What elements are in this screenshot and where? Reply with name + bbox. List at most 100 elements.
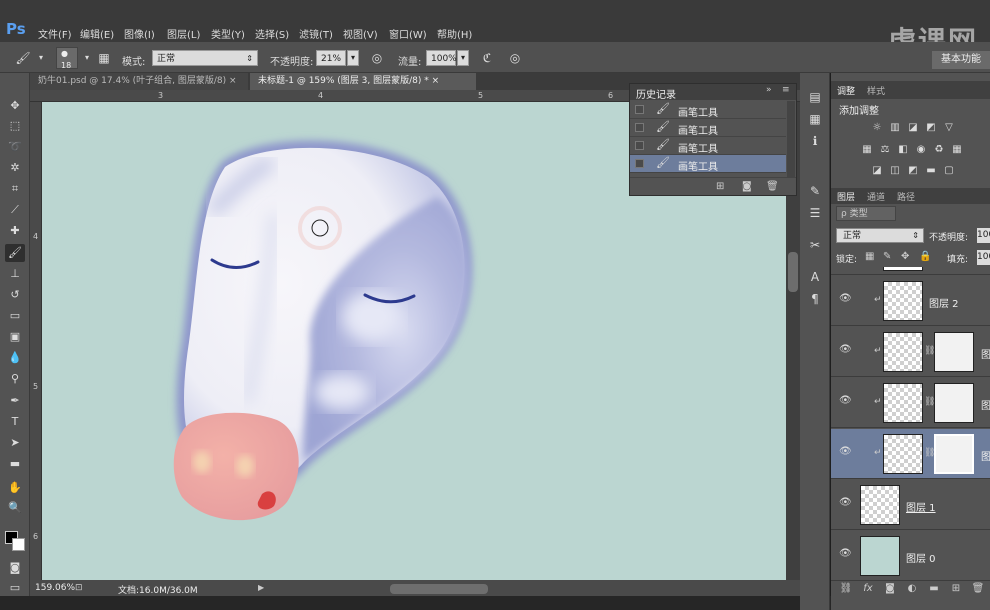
layer-row[interactable]: 👁 图层 1 [831,480,990,530]
history-panel-icon[interactable]: ▤ [807,89,823,105]
layer-row[interactable]: 👁 ↵ 图层 2 [831,276,990,326]
tab-paths[interactable]: 路径 [897,190,915,203]
pressure-size-icon[interactable]: ◎ [506,50,524,66]
menu-type[interactable]: 类型(Y) [211,26,245,41]
opacity-input[interactable]: 21% [316,50,346,66]
layer-mask-thumbnail[interactable] [934,332,974,372]
magic-wand-icon[interactable]: ✲ [5,159,25,177]
history-item[interactable]: 🖌 画笔工具 [630,119,786,137]
menu-edit[interactable]: 编辑(E) [80,26,114,41]
dodge-icon[interactable]: ⚲ [5,370,25,388]
brush-preset-icon[interactable]: 🖌 [14,50,32,66]
threshold-icon[interactable]: ◩ [907,165,919,177]
collapse-icon[interactable]: » [766,85,772,95]
trash-icon[interactable]: 🗑 [766,181,779,192]
tab-channels[interactable]: 通道 [867,190,885,203]
brush-panel-icon[interactable]: ▦ [95,50,113,66]
gradient-map-icon[interactable]: ▬ [925,165,937,177]
new-group-icon[interactable]: ▬ [927,583,941,597]
color-balance-icon[interactable]: ⚖ [879,144,891,156]
invert-icon[interactable]: ◪ [871,165,883,177]
crop-icon[interactable]: ⌗ [5,180,25,198]
type-icon[interactable]: T [5,413,25,431]
layer-row[interactable]: 👁 图层 0 [831,531,990,581]
history-source-checkbox[interactable] [635,105,644,114]
layer-name[interactable]: 图层 2 [929,295,959,310]
layer-row-selected[interactable]: 👁 ↵ ⛓ 图 [831,429,990,479]
history-item-selected[interactable]: 🖌 画笔工具 [630,155,786,173]
paragraph-icon[interactable]: ¶ [807,291,823,307]
layer-mask-thumbnail[interactable] [934,383,974,423]
tab-styles[interactable]: 样式 [867,84,885,97]
history-scrollbar[interactable] [787,101,795,177]
exposure-icon[interactable]: ◩ [925,122,937,134]
brush-panel-icon[interactable]: ✎ [807,183,823,199]
trash-icon[interactable]: 🗑 [971,583,985,597]
link-layers-icon[interactable]: ⛓ [839,583,853,597]
lock-all-icon[interactable]: 🔒 [919,251,931,262]
quick-mask-icon[interactable]: ◙ [5,559,25,577]
layer-name[interactable]: 图 [981,448,990,463]
chevron-down-icon[interactable]: ▾ [78,50,96,66]
flow-dropdown[interactable]: ▾ [457,50,469,66]
curves-icon[interactable]: ◪ [907,122,919,134]
history-source-checkbox[interactable] [635,141,644,150]
chevron-down-icon[interactable]: ▾ [32,50,50,66]
hand-icon[interactable]: ✋ [5,479,25,497]
blend-mode-select[interactable]: 正常 ⇕ [836,228,924,243]
close-icon[interactable]: × [229,76,237,86]
brush-icon[interactable]: 🖌 [5,244,25,262]
lock-pixels-icon[interactable]: ✎ [883,251,891,262]
tools-icon[interactable]: ✂ [807,237,823,253]
fx-icon[interactable]: fx [861,583,875,597]
eraser-icon[interactable]: ▭ [5,307,25,325]
levels-icon[interactable]: ▥ [889,122,901,134]
menu-view[interactable]: 视图(V) [343,26,378,41]
eye-icon[interactable]: 👁 [839,344,852,356]
eye-icon[interactable]: 👁 [839,395,852,407]
eye-icon[interactable]: 👁 [839,548,852,560]
menu-select[interactable]: 选择(S) [255,26,289,41]
sliders-icon[interactable]: ☰ [807,205,823,221]
selective-color-icon[interactable]: ▢ [943,165,955,177]
fill-input[interactable]: 100 [977,250,990,265]
hue-saturation-icon[interactable]: ▦ [861,144,873,156]
menu-filter[interactable]: 滤镜(T) [299,26,333,41]
flow-input[interactable]: 100% [426,50,457,66]
healing-icon[interactable]: ✚ [5,222,25,240]
history-source-checkbox[interactable] [635,159,644,168]
status-menu-arrow-icon[interactable]: ▶ [258,583,264,592]
layer-name[interactable]: 图层 0 [906,550,936,565]
properties-icon[interactable]: ℹ [807,133,823,149]
menu-help[interactable]: 帮助(H) [437,26,472,41]
layer-name[interactable]: 图层 1 [906,499,936,514]
tab-layers[interactable]: 图层 [837,190,855,203]
menu-layer[interactable]: 图层(L) [167,26,200,41]
panel-menu-icon[interactable]: ≡ [782,85,790,95]
layer-mask-thumbnail[interactable] [934,434,974,474]
history-item[interactable]: 🖌 画笔工具 [630,101,786,119]
stamp-icon[interactable]: ⊥ [5,265,25,283]
path-select-icon[interactable]: ➤ [5,434,25,452]
blur-icon[interactable]: 💧 [5,349,25,367]
photo-filter-icon[interactable]: ◉ [915,144,927,156]
eye-icon[interactable]: 👁 [839,497,852,509]
move-icon[interactable]: ✥ [5,97,25,115]
airbrush-icon[interactable]: ℭ [478,50,496,66]
adjustment-layer-icon[interactable]: ◐ [905,583,919,597]
menu-file[interactable]: 文件(F) [38,26,72,41]
eye-icon[interactable]: 👁 [839,446,852,458]
layer-opacity-input[interactable]: 100 [977,228,990,243]
menu-window[interactable]: 窗口(W) [389,26,427,41]
zoom-level[interactable]: 159.06% [35,583,75,593]
history-item[interactable]: 🖌 画笔工具 [630,137,786,155]
background-color-swatch[interactable] [12,538,25,551]
channel-mixer-icon[interactable]: ♻ [933,144,945,156]
scroll-thumb[interactable] [788,252,798,292]
eyedropper-icon[interactable]: ⟋ [5,201,25,219]
history-source-checkbox[interactable] [635,123,644,132]
layer-name[interactable]: 图 [981,397,990,412]
new-layer-icon[interactable]: ⊞ [949,583,963,597]
pressure-opacity-icon[interactable]: ◎ [368,50,386,66]
shape-icon[interactable]: ▬ [5,455,25,473]
